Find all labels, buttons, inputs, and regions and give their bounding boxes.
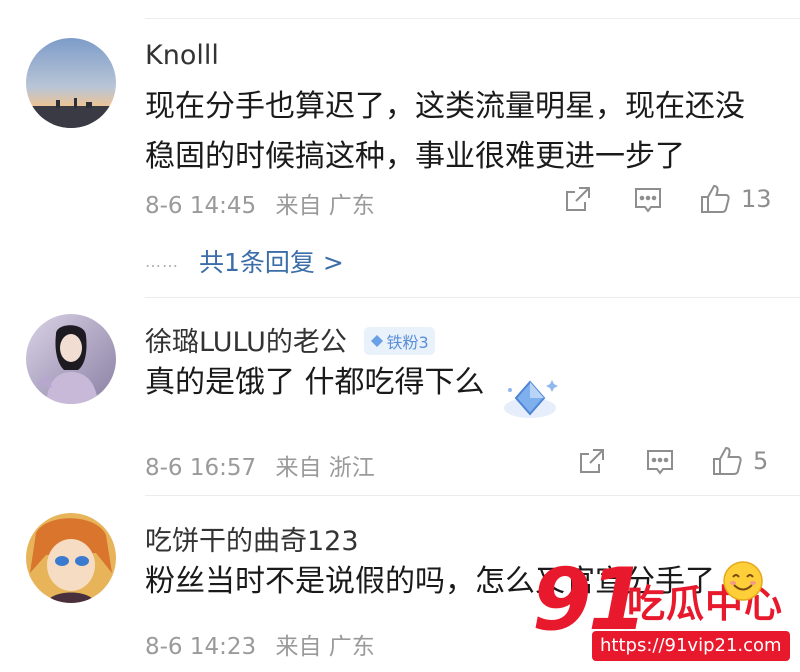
comment-text: 真的是饿了 什都吃得下么	[145, 358, 485, 408]
username-text: 徐璐LULU的老公	[145, 327, 347, 358]
username[interactable]: 徐璐LULU的老公 铁粉3	[145, 320, 435, 359]
comment-meta: 8-6 14:23 来自 广东	[145, 627, 387, 661]
comment-date: 8-6 16:57	[145, 455, 257, 481]
comment-line: 真的是饿了 什都吃得下么	[145, 365, 485, 400]
comment-line: 稳固的时候搞这种，事业很难更进一步了	[145, 139, 685, 174]
like-count: 5	[753, 447, 769, 475]
comment-meta: 8-6 16:57 来自 浙江	[145, 448, 387, 482]
like-button[interactable]: 13	[699, 183, 772, 215]
comment-button[interactable]	[645, 447, 675, 477]
avatar[interactable]	[26, 38, 116, 128]
like-count: 13	[741, 185, 772, 213]
smile-emoji-icon	[723, 561, 763, 601]
reply-count-text: 共1条回复 >	[199, 248, 344, 277]
view-replies-link[interactable]: …… 共1条回复 >	[145, 243, 344, 279]
avatar[interactable]	[26, 513, 116, 603]
watermark-url: https://91vip21.com	[592, 631, 790, 661]
comment-source: 来自 广东	[275, 193, 375, 219]
comment-text: 现在分手也算迟了，这类流量明星，现在还没 稳固的时候搞这种，事业很难更进一步了	[145, 82, 745, 182]
badge-label: 铁粉3	[386, 332, 429, 352]
divider	[145, 18, 800, 19]
divider	[145, 495, 800, 496]
comment-source: 来自 广东	[275, 634, 375, 660]
diamond-sticker	[500, 372, 560, 428]
comment-source: 来自 浙江	[275, 455, 375, 481]
comment-button[interactable]	[633, 185, 663, 215]
reply-dots: ……	[145, 251, 179, 271]
diamond-icon	[370, 334, 383, 347]
share-button[interactable]	[563, 184, 593, 214]
thumbs-up-icon	[713, 446, 742, 475]
comment-icon	[647, 450, 673, 475]
comment-line: 现在分手也算迟了，这类流量明星，现在还没	[145, 89, 745, 124]
fan-badge: 铁粉3	[363, 326, 435, 355]
share-icon	[580, 449, 604, 473]
share-button[interactable]	[577, 446, 607, 476]
thumbs-up-icon	[701, 184, 730, 213]
avatar[interactable]	[26, 314, 116, 404]
comment-date: 8-6 14:23	[145, 634, 257, 660]
share-icon	[566, 187, 590, 211]
comment-meta: 8-6 14:45 来自 广东	[145, 186, 387, 220]
comment-icon	[635, 188, 661, 213]
like-button[interactable]: 5	[711, 445, 768, 477]
comment-date: 8-6 14:45	[145, 193, 257, 219]
divider	[145, 297, 800, 298]
username[interactable]: 吃饼干的曲奇123	[145, 519, 359, 558]
username[interactable]: Knolll	[145, 40, 219, 71]
